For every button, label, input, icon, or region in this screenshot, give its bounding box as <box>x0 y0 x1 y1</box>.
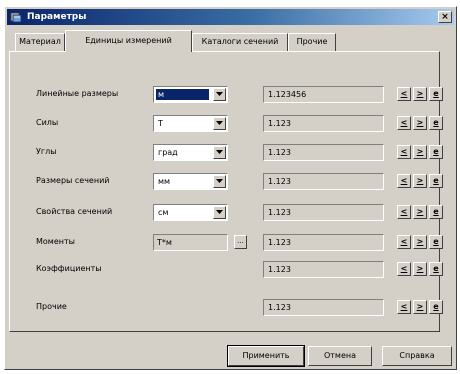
unit-select-linear-sizes[interactable]: м <box>153 86 228 103</box>
value-text: 1.123 <box>268 238 291 247</box>
value-field-section-sizes: 1.123 <box>263 173 384 190</box>
unit-select-forces[interactable]: Т <box>153 115 228 132</box>
row-label-moments: Моменты <box>36 237 75 246</box>
decrease-button[interactable]: < <box>397 235 411 249</box>
unit-value: Т <box>158 119 163 128</box>
value-field-linear-sizes: 1.123456 <box>263 86 384 103</box>
exponent-button[interactable]: e <box>429 145 443 159</box>
unit-select-section-sizes[interactable]: мм <box>153 173 228 190</box>
chevron-down-icon <box>216 210 223 214</box>
increase-button[interactable]: > <box>413 145 427 159</box>
increase-button[interactable]: > <box>413 262 427 276</box>
decrease-button[interactable]: < <box>397 262 411 276</box>
value-field-other: 1.123 <box>263 299 384 316</box>
value-text: 1.123 <box>268 303 291 312</box>
tab-units[interactable]: Единицы измерений <box>65 30 192 52</box>
value-text: 1.123 <box>268 148 291 157</box>
decrease-button[interactable]: < <box>397 116 411 130</box>
row-label-other: Прочие <box>36 302 67 311</box>
window-title: Параметры <box>27 12 87 22</box>
unit-value: Т*м <box>157 238 172 247</box>
increase-button[interactable]: > <box>413 300 427 314</box>
row-label-angles: Углы <box>36 147 57 156</box>
chevron-down-icon <box>216 92 223 96</box>
tab-section-catalogs[interactable]: Каталоги сечений <box>192 33 288 51</box>
close-button[interactable]: × <box>438 11 452 23</box>
exponent-button[interactable]: e <box>429 205 443 219</box>
increase-button[interactable]: > <box>413 205 427 219</box>
decrease-button[interactable]: < <box>397 145 411 159</box>
app-icon <box>10 12 22 23</box>
value-field-moments: 1.123 <box>263 234 384 251</box>
row-label-section-properties: Свойства сечений <box>36 207 113 216</box>
dropdown-button[interactable] <box>213 206 226 219</box>
value-text: 1.123 <box>268 265 291 274</box>
dropdown-button[interactable] <box>213 88 226 101</box>
value-text: 1.123 <box>268 119 291 128</box>
unit-select-angles[interactable]: град <box>153 144 228 161</box>
increase-button[interactable]: > <box>413 235 427 249</box>
exponent-button[interactable]: e <box>429 300 443 314</box>
dropdown-button[interactable] <box>213 117 226 130</box>
chevron-down-icon <box>216 121 223 125</box>
tab-material[interactable]: Материал <box>15 33 65 51</box>
chevron-down-icon <box>216 150 223 154</box>
apply-button[interactable]: Применить <box>227 345 305 367</box>
row-label-forces: Силы <box>36 118 59 127</box>
exponent-button[interactable]: e <box>429 87 443 101</box>
row-label-section-sizes: Размеры сечений <box>36 176 110 185</box>
unit-select-section-properties[interactable]: см <box>153 204 228 221</box>
increase-button[interactable]: > <box>413 87 427 101</box>
help-button[interactable]: Справка <box>382 346 452 366</box>
unit-more-button[interactable]: ... <box>234 235 247 249</box>
value-field-forces: 1.123 <box>263 115 384 132</box>
exponent-button[interactable]: e <box>429 174 443 188</box>
exponent-button[interactable]: e <box>429 116 443 130</box>
unit-value: мм <box>158 177 171 186</box>
exponent-button[interactable]: e <box>429 235 443 249</box>
close-icon: × <box>441 12 449 22</box>
row-label-coefficients: Коэффициенты <box>36 264 102 273</box>
tab-other[interactable]: Прочие <box>288 33 336 51</box>
row-label-linear-sizes: Линейные размеры <box>36 89 119 98</box>
chevron-down-icon <box>216 179 223 183</box>
increase-button[interactable]: > <box>413 174 427 188</box>
unit-value: град <box>158 148 178 157</box>
unit-field-moments: Т*м <box>153 234 228 251</box>
value-field-angles: 1.123 <box>263 144 384 161</box>
decrease-button[interactable]: < <box>397 300 411 314</box>
value-text: 1.123 <box>268 208 291 217</box>
decrease-button[interactable]: < <box>397 87 411 101</box>
decrease-button[interactable]: < <box>397 174 411 188</box>
unit-value: м <box>156 89 209 100</box>
title-bar[interactable]: Параметры × <box>7 9 454 25</box>
value-field-section-properties: 1.123 <box>263 204 384 221</box>
unit-value: см <box>158 208 169 217</box>
decrease-button[interactable]: < <box>397 205 411 219</box>
value-text: 1.123456 <box>268 90 307 99</box>
exponent-button[interactable]: e <box>429 262 443 276</box>
value-text: 1.123 <box>268 177 291 186</box>
dropdown-button[interactable] <box>213 146 226 159</box>
dropdown-button[interactable] <box>213 175 226 188</box>
cancel-button[interactable]: Отмена <box>308 346 372 366</box>
value-field-coefficients: 1.123 <box>263 261 384 278</box>
increase-button[interactable]: > <box>413 116 427 130</box>
